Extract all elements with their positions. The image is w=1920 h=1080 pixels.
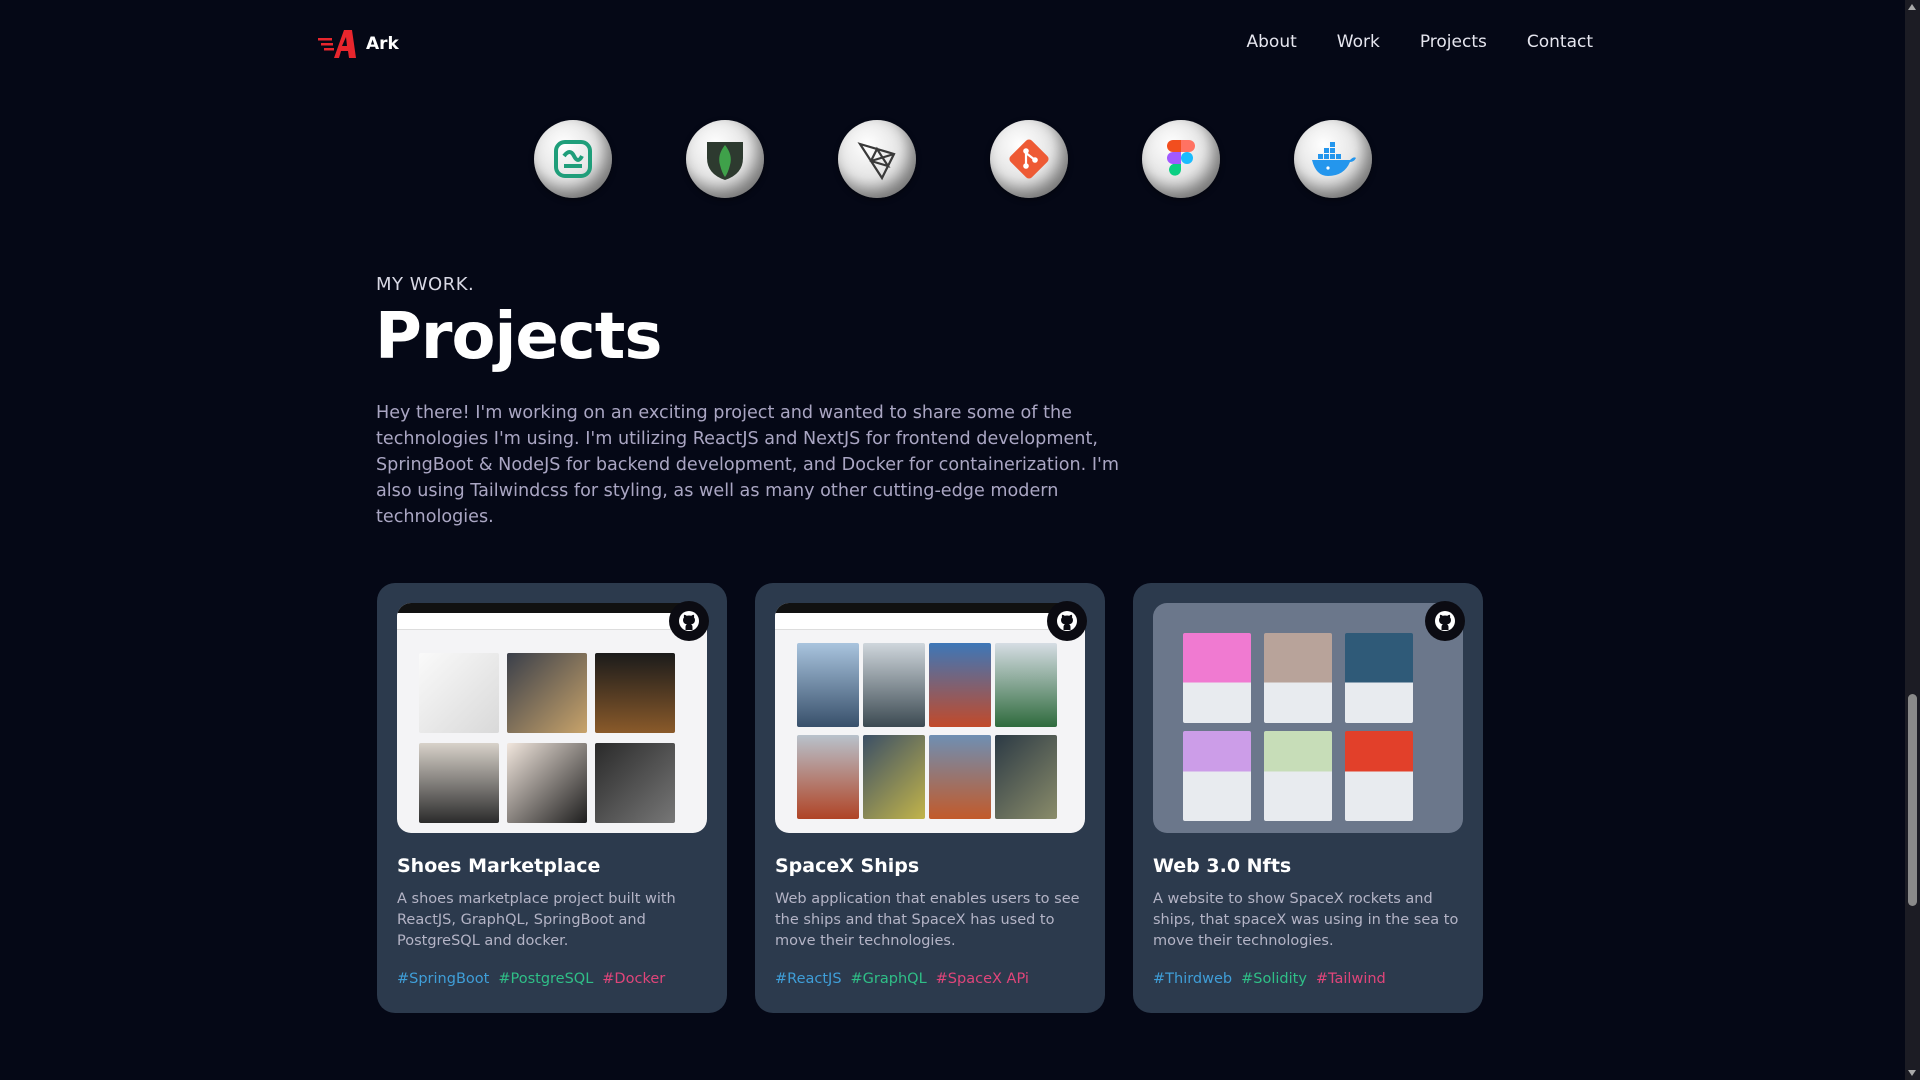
tech-ball-1	[534, 120, 612, 198]
github-button[interactable]	[1425, 601, 1465, 641]
project-title: SpaceX Ships	[775, 855, 920, 877]
scroll-thumb[interactable]	[1908, 694, 1917, 906]
page-scrollbar[interactable]	[1905, 0, 1920, 1080]
project-tag: #SpringBoot	[397, 971, 490, 987]
nav-link-work[interactable]: Work	[1337, 32, 1380, 52]
figma-icon	[1167, 140, 1195, 176]
project-tag: #Docker	[602, 971, 666, 987]
scroll-up-icon[interactable]	[1908, 4, 1916, 10]
git-icon	[1009, 139, 1049, 179]
project-tag: #GraphQL	[850, 971, 927, 987]
project-cards: Shoes Marketplace A shoes marketplace pr…	[377, 583, 1483, 1013]
section-intro: Hey there! I'm working on an exciting pr…	[376, 403, 1119, 527]
brand-link[interactable]: Ark	[318, 28, 399, 60]
nav-link-contact[interactable]: Contact	[1527, 32, 1593, 52]
project-tag: #Tailwind	[1315, 971, 1386, 987]
project-image-nfts	[1153, 603, 1463, 833]
tech-ball-3	[838, 120, 916, 198]
threejs-icon	[857, 142, 896, 181]
github-icon	[1057, 611, 1077, 631]
tech-ball-2	[686, 120, 764, 198]
project-tag: #ReactJS	[775, 971, 842, 987]
project-tag: #SpaceX APi	[935, 971, 1029, 987]
project-title: Web 3.0 Nfts	[1153, 855, 1292, 877]
project-card-shoes[interactable]: Shoes Marketplace A shoes marketplace pr…	[377, 583, 727, 1013]
project-description: Web application that enables users to se…	[775, 891, 1080, 949]
project-card-spacex[interactable]: SpaceX Ships Web application that enable…	[755, 583, 1105, 1013]
scroll-down-icon[interactable]	[1908, 1070, 1916, 1076]
github-button[interactable]	[1047, 601, 1087, 641]
brand-logo-icon	[318, 30, 356, 58]
project-tags: #Thirdweb #Solidity #Tailwind	[1153, 971, 1386, 987]
project-card-nfts[interactable]: Web 3.0 Nfts A website to show SpaceX ro…	[1133, 583, 1483, 1013]
nav-links: About Work Projects Contact	[1247, 32, 1594, 52]
github-icon	[1435, 611, 1455, 631]
navbar: Ark About Work Projects Contact	[0, 0, 1905, 86]
project-tag: #Thirdweb	[1153, 971, 1233, 987]
project-tag: #Solidity	[1241, 971, 1307, 987]
tech-stack-row	[534, 120, 1372, 198]
project-description: A shoes marketplace project built with R…	[397, 891, 676, 949]
project-tags: #ReactJS #GraphQL #SpaceX APi	[775, 971, 1029, 987]
tech-ball-5	[1142, 120, 1220, 198]
project-image-shoes	[397, 603, 707, 833]
nav-link-projects[interactable]: Projects	[1420, 32, 1487, 52]
project-title: Shoes Marketplace	[397, 855, 601, 877]
github-button[interactable]	[669, 601, 709, 641]
docker-icon	[1312, 142, 1356, 176]
tech-ball-4	[990, 120, 1068, 198]
nav-link-about[interactable]: About	[1247, 32, 1297, 52]
project-tag: #PostgreSQL	[498, 971, 594, 987]
mongodb-icon	[707, 142, 743, 180]
project-image-spacex	[775, 603, 1085, 833]
section-title: Projects	[375, 300, 662, 374]
project-tags: #SpringBoot #PostgreSQL #Docker	[397, 971, 665, 987]
brand-name: Ark	[366, 34, 399, 54]
github-icon	[679, 611, 699, 631]
tailwind-ish-icon	[554, 140, 592, 178]
tech-ball-6	[1294, 120, 1372, 198]
section-subtitle: MY WORK.	[376, 274, 475, 295]
project-description: A website to show SpaceX rockets and shi…	[1153, 891, 1459, 949]
